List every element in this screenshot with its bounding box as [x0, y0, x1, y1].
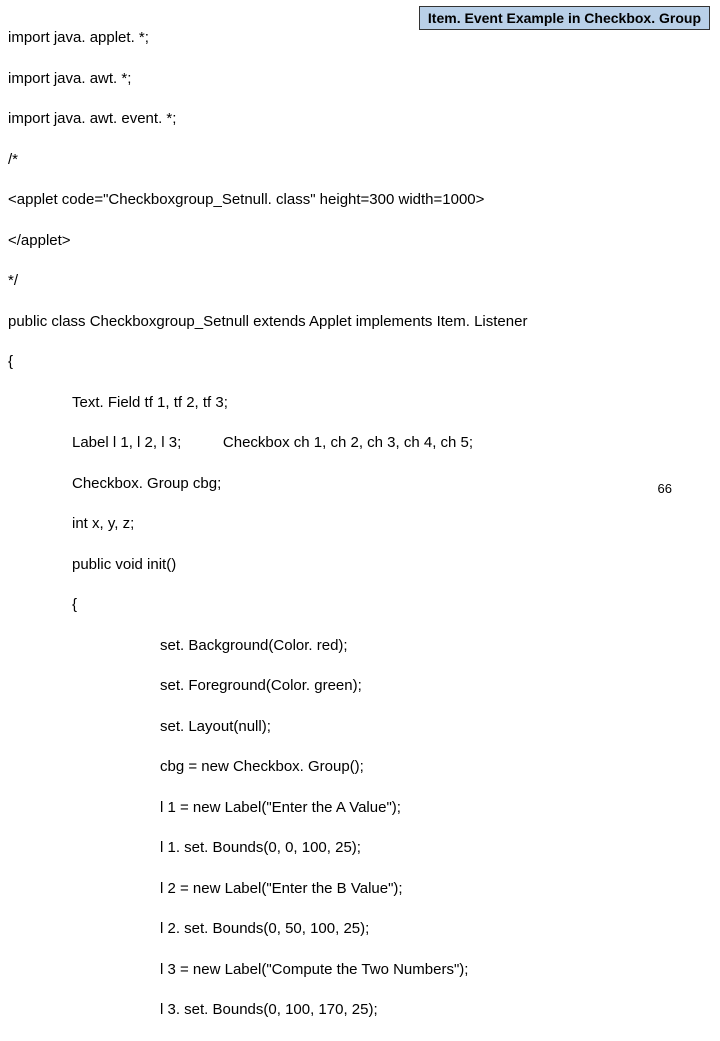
code-line: int x, y, z; — [8, 514, 712, 534]
page-number: 66 — [658, 481, 672, 496]
code-line: l 1 = new Label("Enter the A Value"); — [8, 798, 712, 818]
code-line: import java. awt. *; — [8, 69, 712, 89]
slide-title: Item. Event Example in Checkbox. Group — [428, 10, 701, 26]
code-line: l 3. set. Bounds(0, 100, 170, 25); — [8, 1000, 712, 1020]
code-line: import java. awt. event. *; — [8, 109, 712, 129]
code-line: Checkbox. Group cbg; — [8, 474, 712, 494]
slide-title-box: Item. Event Example in Checkbox. Group — [419, 6, 710, 30]
code-line: set. Layout(null); — [8, 717, 712, 737]
code-line: public void init() — [8, 555, 712, 575]
code-line: { — [8, 352, 712, 372]
code-line: import java. applet. *; — [8, 28, 712, 48]
code-line: cbg = new Checkbox. Group(); — [8, 757, 712, 777]
code-line: <applet code="Checkboxgroup_Setnull. cla… — [8, 190, 712, 210]
code-line: set. Foreground(Color. green); — [8, 676, 712, 696]
code-line: l 1. set. Bounds(0, 0, 100, 25); — [8, 838, 712, 858]
code-line: </applet> — [8, 231, 712, 251]
code-line: l 2. set. Bounds(0, 50, 100, 25); — [8, 919, 712, 939]
code-line: Text. Field tf 1, tf 2, tf 3; — [8, 393, 712, 413]
code-line: l 3 = new Label("Compute the Two Numbers… — [8, 960, 712, 980]
code-line: */ — [8, 271, 712, 291]
code-block: import java. applet. *; import java. awt… — [8, 8, 712, 1041]
code-line: set. Background(Color. red); — [8, 636, 712, 656]
code-line: public class Checkboxgroup_Setnull exten… — [8, 312, 712, 332]
code-line: { — [8, 595, 712, 615]
code-line: Label l 1, l 2, l 3; Checkbox ch 1, ch 2… — [8, 433, 712, 453]
code-line: l 2 = new Label("Enter the B Value"); — [8, 879, 712, 899]
code-line: /* — [8, 150, 712, 170]
